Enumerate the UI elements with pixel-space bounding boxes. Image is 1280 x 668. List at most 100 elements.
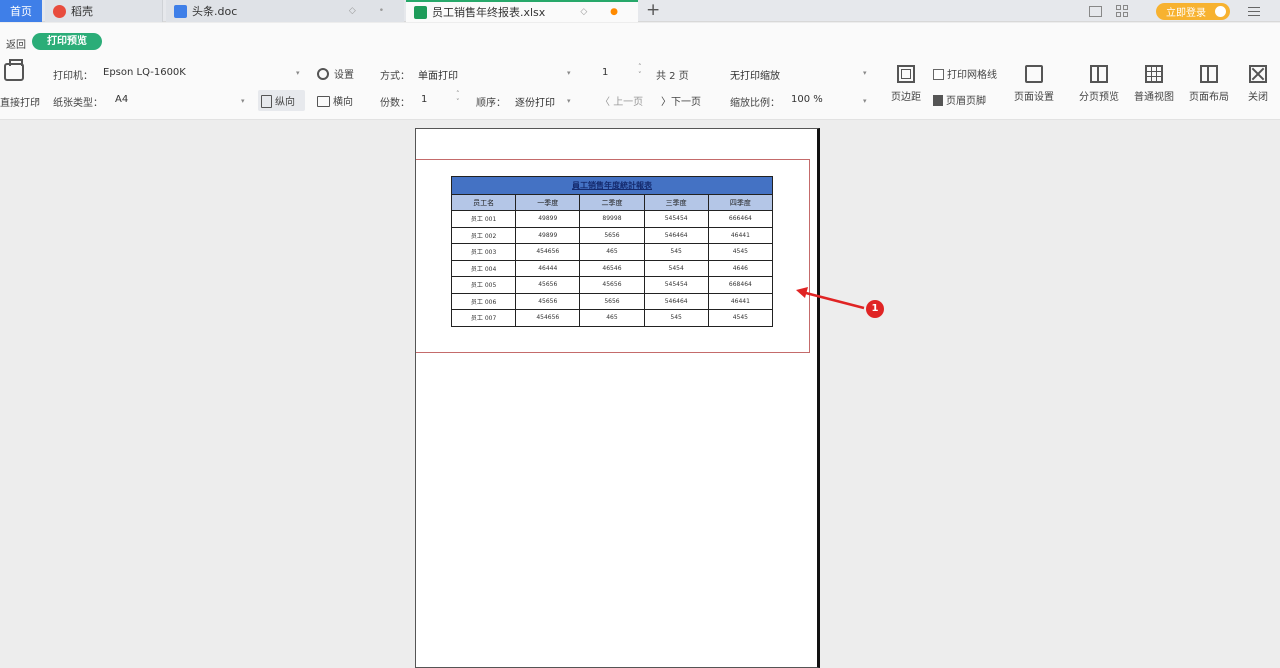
table-row: 员工 005 45656 45656 545454 668464: [450, 276, 774, 294]
table-row: 员工 003 454656 465 545 4545: [450, 243, 774, 261]
table-cell: 545: [643, 309, 709, 327]
page-setup-button[interactable]: 页面设置: [1006, 65, 1062, 103]
chevron-down-icon[interactable]: ▾: [296, 69, 300, 77]
chevron-down-icon[interactable]: ▾: [35, 97, 39, 105]
word-doc-icon: [174, 4, 187, 18]
normal-view-label: 普通视图: [1134, 92, 1174, 103]
chevron-down-icon[interactable]: ▾: [567, 69, 571, 77]
print-gridlines-label: 打印网格线: [947, 70, 997, 81]
table-cell: 89998: [579, 210, 645, 228]
chevron-down-icon[interactable]: ▾: [863, 69, 867, 77]
chevron-down-icon[interactable]: ▾: [241, 97, 245, 105]
table-cell: 545: [643, 243, 709, 261]
portrait-button[interactable]: 纵向: [261, 93, 295, 108]
window-layout-icon[interactable]: [1089, 5, 1102, 17]
margins-icon: [897, 65, 915, 83]
page-break-preview-label: 分页预览: [1079, 92, 1119, 103]
landscape-button[interactable]: 横向: [317, 93, 353, 108]
tab-xlsx-file[interactable]: 员工销售年终报表.xlsx ◇ ●: [406, 0, 638, 22]
back-button[interactable]: 返回: [6, 36, 26, 51]
tab-docer[interactable]: 稻壳: [45, 0, 163, 22]
table-cell: 454656: [515, 243, 581, 261]
table-cell: 4545: [707, 243, 774, 261]
table-cell: 5656: [579, 226, 645, 244]
tab-home[interactable]: 首页: [0, 0, 42, 22]
table-cell: 465: [579, 243, 645, 261]
margins-button[interactable]: 页边距: [878, 65, 934, 103]
avatar-icon: [1213, 3, 1228, 19]
table-header-cell: 三季度: [643, 194, 709, 211]
copies-input[interactable]: 1: [421, 94, 427, 105]
table-cell: 546464: [643, 292, 709, 310]
table-cell: 49899: [515, 226, 581, 244]
apps-grid-icon[interactable]: [1116, 5, 1128, 17]
table-row: 员工 004 46444 46546 5454 4646: [450, 259, 774, 277]
chevron-down-icon[interactable]: ▾: [863, 97, 867, 105]
table-cell: 45656: [515, 276, 581, 294]
printer-icon[interactable]: [4, 59, 24, 81]
table-cell: 545454: [643, 276, 709, 294]
printer-select[interactable]: Epson LQ-1600K: [103, 67, 186, 78]
tab-controls-icon[interactable]: ◇ ●: [580, 7, 628, 17]
table-cell: 员工 001: [450, 210, 517, 228]
table-cell: 员工 007: [450, 309, 517, 327]
zoom-label: 缩放比例：: [730, 98, 780, 109]
table-cell: 666464: [707, 210, 774, 228]
mode-select[interactable]: 单面打印: [418, 67, 458, 82]
tab-doc-file[interactable]: 头条.doc ◇ •: [166, 0, 404, 22]
table-cell: 5454: [643, 259, 709, 277]
table-cell: 46441: [707, 226, 774, 244]
new-tab-plus-icon[interactable]: +: [646, 0, 660, 22]
annotation-badge: 1: [866, 300, 884, 318]
login-label: 立即登录: [1166, 7, 1206, 19]
normal-view-button[interactable]: 普通视图: [1126, 65, 1182, 103]
settings-button[interactable]: 设置: [317, 66, 354, 81]
table-header-row: 员工名 一季度 二季度 三季度 四季度: [450, 194, 774, 211]
copies-stepper-icon[interactable]: ˄ ˅: [456, 90, 460, 106]
table-cell: 4545: [707, 309, 774, 327]
table-cell: 员工 005: [450, 276, 517, 294]
mode-label: 方式：: [380, 71, 410, 82]
table-cell: 46444: [515, 259, 581, 277]
table-header-cell: 二季度: [579, 194, 645, 211]
table-row: 员工 006 45656 5656 546464 46441: [450, 292, 774, 310]
prev-page-label: 上一页: [613, 97, 644, 108]
page-layout-label: 页面布局: [1189, 92, 1229, 103]
close-preview-button[interactable]: 关闭: [1236, 65, 1280, 103]
login-button[interactable]: 立即登录: [1156, 2, 1230, 20]
order-select[interactable]: 逐份打印: [515, 94, 555, 109]
direct-print-button[interactable]: 直接打印: [0, 94, 40, 109]
sales-table: 員工销售年度統計報表 员工名 一季度 二季度 三季度 四季度 员工 001 49899 89…: [450, 176, 774, 327]
table-cell: 668464: [707, 276, 774, 294]
zoom-select[interactable]: 100 %: [791, 94, 823, 105]
normal-view-grid-icon: [1145, 65, 1163, 83]
scale-select[interactable]: 无打印缩放: [730, 67, 780, 82]
print-preview-pill: 打印预览: [32, 33, 102, 50]
annotation-arrow: [796, 287, 865, 310]
tab-xlsx-file-label: 员工销售年终报表.xlsx: [432, 6, 546, 19]
chevron-down-icon[interactable]: ▾: [567, 97, 571, 105]
spreadsheet-icon: [414, 5, 427, 19]
header-footer-label: 页眉页脚: [946, 96, 986, 107]
page-layout-button[interactable]: 页面布局: [1181, 65, 1237, 103]
landscape-label: 横向: [333, 97, 353, 108]
page-break-preview-button[interactable]: 分页预览: [1071, 65, 1127, 103]
checkbox-icon: [933, 69, 944, 80]
header-footer-button[interactable]: 页眉页脚: [933, 92, 986, 107]
print-gridlines-checkbox[interactable]: 打印网格线: [933, 66, 997, 81]
table-cell: 46441: [707, 292, 774, 310]
prev-page-button[interactable]: 〈 上一页: [600, 93, 643, 108]
docer-icon: [53, 4, 66, 18]
page-number-input[interactable]: 1: [602, 67, 608, 78]
menu-icon[interactable]: [1248, 4, 1260, 19]
next-page-button[interactable]: 〉下一页: [661, 93, 701, 108]
table-title: 員工销售年度統計報表: [451, 176, 773, 195]
paper-type-select[interactable]: A4: [115, 94, 128, 105]
page-stepper-icon[interactable]: ˄ ˅: [638, 63, 642, 79]
landscape-page-icon: [317, 96, 330, 107]
order-label: 顺序：: [476, 98, 506, 109]
tab-controls-icon[interactable]: ◇ •: [349, 6, 394, 16]
tab-bar: 首页 稻壳 头条.doc ◇ • 员工销售年终报表.xlsx ◇ ● + 立即登…: [0, 0, 1280, 22]
table-cell: 员工 003: [450, 243, 517, 261]
gear-icon: [317, 68, 329, 80]
